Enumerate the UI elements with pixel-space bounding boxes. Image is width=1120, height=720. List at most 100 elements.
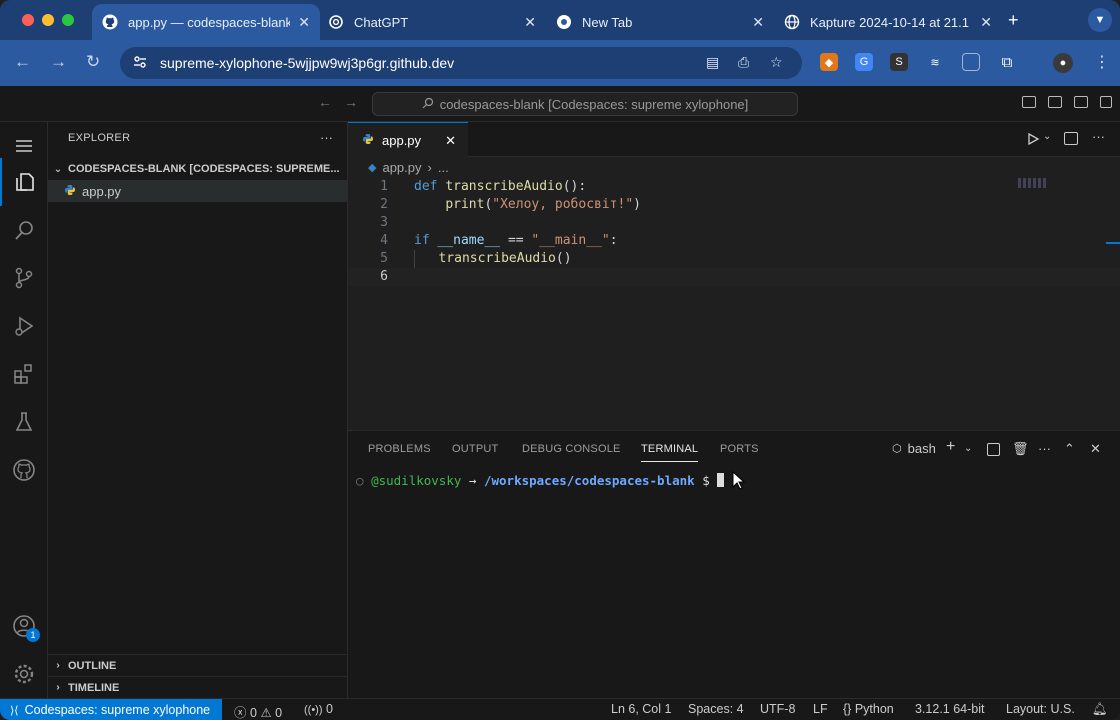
bookmark-star-icon[interactable]: ☆ [770, 54, 783, 71]
minimap[interactable] [1018, 178, 1046, 188]
workspace-root-section[interactable]: ⌄ CODESPACES-BLANK [CODESPACES: SUPREME.… [48, 158, 348, 180]
keyboard-layout[interactable]: Layout: U.S. [1006, 702, 1075, 716]
tab-ports[interactable]: PORTS [720, 443, 759, 455]
close-panel-icon[interactable]: ✕ [1090, 441, 1101, 457]
address-bar[interactable]: supreme-xylophone-5wjjpw9wj3p6gr.github.… [120, 47, 802, 79]
ports-status[interactable]: ((•)) 0 [304, 702, 333, 716]
screenshot-extension-icon[interactable] [962, 53, 980, 71]
go-forward-icon[interactable]: → [344, 94, 358, 110]
tab-terminal[interactable]: TERMINAL [641, 443, 699, 462]
string-literal: "__main__" [531, 233, 610, 248]
close-tab-icon[interactable]: ✕ [980, 14, 992, 31]
browser-menu-icon[interactable]: ⋮ [1094, 52, 1110, 72]
split-terminal-icon[interactable] [987, 443, 1000, 456]
prompt-user: @sudilkovsky [371, 473, 462, 488]
reload-icon[interactable]: ↻ [86, 52, 100, 72]
back-icon[interactable]: ← [14, 52, 31, 72]
testing-flask-icon[interactable] [0, 398, 48, 446]
remote-indicator[interactable]: ⟩⟨ Codespaces: supreme xylophone [0, 699, 223, 720]
identifier: __name__ [437, 233, 501, 248]
encoding[interactable]: UTF-8 [760, 702, 795, 716]
explorer-icon[interactable] [0, 158, 48, 206]
source-control-icon[interactable] [0, 254, 48, 302]
problems-status[interactable]: ⓧ 0 ⚠ 0 [234, 702, 282, 720]
minimize-window-button[interactable] [42, 14, 54, 26]
chevron-down-icon[interactable]: ⌄ [964, 443, 972, 454]
profile-avatar[interactable]: ● [1053, 53, 1073, 73]
more-actions-icon[interactable]: ··· [320, 130, 333, 145]
close-tab-icon[interactable]: ✕ [524, 14, 536, 31]
string-literal: "Хелоу, робосвіт!" [492, 197, 634, 212]
browser-tab-vscode[interactable]: app.py — codespaces-blank ✕ [92, 4, 320, 40]
search-icon[interactable] [0, 206, 48, 254]
github-icon[interactable] [0, 446, 48, 494]
braces-icon: {} [843, 702, 852, 716]
line-number: 1 [380, 179, 388, 194]
code-line-current: 6 [348, 268, 1120, 286]
split-editor-icon[interactable] [1064, 132, 1078, 145]
run-and-debug-icon[interactable] [0, 302, 48, 350]
browser-tab-new-tab[interactable]: New Tab ✕ [546, 4, 774, 40]
terminal-cursor [717, 473, 725, 487]
end-of-line[interactable]: LF [813, 702, 828, 716]
indentation[interactable]: Spaces: 4 [688, 702, 744, 716]
more-actions-icon[interactable]: ··· [1038, 441, 1051, 456]
breadcrumb-symbol[interactable]: ... [438, 160, 449, 175]
warning-count: 0 [275, 706, 283, 720]
command-center[interactable]: codespaces-blank [Codespaces: supreme xy… [372, 92, 798, 116]
go-back-icon[interactable]: ← [318, 94, 332, 110]
more-actions-icon[interactable]: ··· [1092, 129, 1105, 144]
close-window-button[interactable] [22, 14, 34, 26]
chevron-down-icon[interactable]: ⌄ [1043, 131, 1051, 142]
browser-tab-kapture[interactable]: Kapture 2024-10-14 at 21.1 ✕ [774, 4, 1002, 40]
install-app-icon[interactable]: ⎙ [738, 54, 749, 71]
browser-tab-chatgpt[interactable]: ChatGPT ✕ [318, 4, 546, 40]
activity-bar: 1 [0, 122, 48, 698]
close-tab-icon[interactable]: ✕ [298, 14, 310, 31]
terminal-instance-bash[interactable]: ⬡ bash [892, 441, 936, 456]
translate-extension-icon[interactable]: G [855, 53, 873, 71]
punctuation: : [609, 233, 618, 248]
toggle-panel-icon[interactable] [1048, 96, 1062, 108]
accounts-icon[interactable]: 1 [0, 602, 48, 650]
chevron-down-icon: ⌄ [53, 163, 63, 175]
tab-problems[interactable]: PROBLEMS [368, 443, 431, 455]
s-extension-icon[interactable]: S [890, 53, 908, 71]
maximize-panel-icon[interactable]: ⌃ [1064, 441, 1075, 457]
new-tab-button[interactable]: + [1008, 10, 1019, 31]
run-python-icon[interactable] [1026, 132, 1040, 149]
maximize-window-button[interactable] [62, 14, 74, 26]
forward-icon[interactable]: → [50, 52, 67, 72]
trash-icon[interactable]: 🗑︎ [1012, 441, 1029, 457]
file-item-app-py[interactable]: app.py [48, 180, 347, 202]
new-terminal-icon[interactable]: + [946, 438, 955, 456]
notifications-bell-icon[interactable]: 🔔︎ [1092, 702, 1108, 717]
manage-gear-icon[interactable] [0, 650, 48, 698]
breadcrumb-file[interactable]: app.py [382, 160, 421, 175]
clipboard-icon[interactable]: ▤ [706, 54, 719, 71]
extensions-icon[interactable] [0, 350, 48, 398]
breadcrumb: ◆ app.py › ... [368, 160, 449, 175]
tab-search-button[interactable]: ▼ [1088, 8, 1112, 32]
customize-layout-icon[interactable] [1100, 96, 1112, 108]
editor-tab-app-py[interactable]: app.py ✕ [348, 122, 468, 158]
python-interpreter[interactable]: 3.12.1 64-bit [915, 702, 985, 716]
metamask-extension-icon[interactable]: ◆ [820, 53, 838, 71]
cursor-position[interactable]: Ln 6, Col 1 [611, 702, 671, 716]
close-tab-icon[interactable]: ✕ [752, 14, 764, 31]
tab-output[interactable]: OUTPUT [452, 443, 498, 455]
outline-section[interactable]: › OUTLINE [48, 654, 348, 676]
search-icon [422, 97, 434, 112]
code-line: 3 [348, 214, 1120, 232]
extensions-puzzle-icon[interactable]: ⧉ [998, 53, 1016, 71]
terminal-output[interactable]: ○ @sudilkovsky → /workspaces/codespaces-… [356, 473, 725, 488]
toggle-primary-sidebar-icon[interactable] [1022, 96, 1036, 108]
tab-debug-console[interactable]: DEBUG CONSOLE [522, 443, 621, 455]
timeline-label: TIMELINE [68, 681, 120, 694]
wave-extension-icon[interactable]: ≋ [926, 53, 944, 71]
site-settings-icon[interactable] [132, 54, 148, 73]
toggle-secondary-sidebar-icon[interactable] [1074, 96, 1088, 108]
timeline-section[interactable]: › TIMELINE [48, 676, 348, 698]
close-editor-icon[interactable]: ✕ [445, 133, 456, 149]
language-mode[interactable]: {} Python [843, 702, 894, 716]
